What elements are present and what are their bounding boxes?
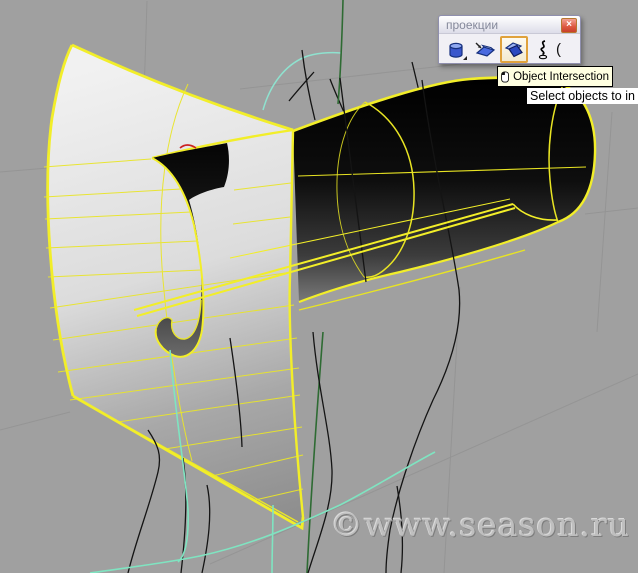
selected-cylinder[interactable]	[292, 76, 597, 311]
palette-titlebar[interactable]: проекции ×	[439, 16, 580, 34]
project-to-surface-button[interactable]	[471, 36, 499, 63]
selected-sheet-surface[interactable]	[43, 43, 305, 531]
object-intersection-icon	[504, 41, 523, 57]
watermark: ©www.season.ru	[330, 505, 631, 544]
left-mouse-button-icon	[501, 70, 509, 83]
teal-curve-top-arc[interactable]	[262, 51, 342, 111]
tooltip-label: Object Intersection	[513, 70, 609, 83]
palette-title: проекции	[446, 18, 499, 32]
command-tooltip: Object Intersection	[497, 66, 613, 87]
palette-close-button[interactable]: ×	[561, 18, 577, 33]
curve-from-2-views-button[interactable]	[529, 36, 557, 63]
projections-toolbar-palette: проекции × (	[438, 15, 581, 64]
palette-button-row: (	[439, 34, 580, 65]
flyout-arrow-icon	[463, 56, 467, 60]
green-curve-upper[interactable]	[337, 0, 344, 105]
project-plane-icon	[475, 42, 496, 57]
command-prompt: Select objects to in	[527, 88, 638, 104]
curve-squiggle-icon	[538, 39, 548, 59]
rhino-viewport-window: ©www.season.ru проекции × (Object Inter…	[0, 0, 638, 573]
green-curve-lower[interactable]	[306, 331, 324, 573]
object-intersection-button[interactable]	[500, 36, 528, 63]
projection-cylinder-button[interactable]	[442, 36, 470, 63]
